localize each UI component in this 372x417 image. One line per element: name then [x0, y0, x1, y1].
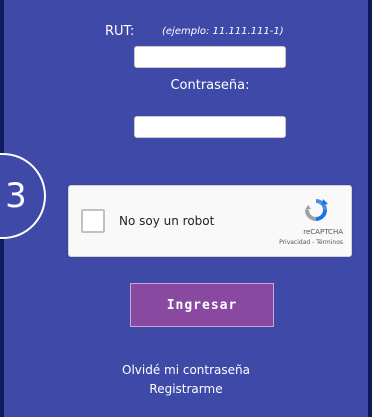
register-link[interactable]: Registrarme	[4, 382, 368, 396]
password-input[interactable]	[134, 116, 286, 138]
rut-input[interactable]	[134, 46, 286, 68]
recaptcha-links: Privacidad - Términos	[279, 239, 343, 246]
recaptcha-checkbox[interactable]	[81, 209, 105, 233]
recaptcha-brand: reCAPTCHA	[303, 228, 343, 236]
forgot-password-link[interactable]: Olvidé mi contraseña	[4, 363, 368, 377]
recaptcha-widget: No soy un robot reCAPTCHA Privacidad - T…	[68, 185, 352, 257]
login-panel: RUT: (ejemplo: 11.111.111-1) Contraseña:…	[0, 0, 372, 417]
submit-button[interactable]: Ingresar	[130, 283, 274, 327]
rut-example-hint: (ejemplo: 11.111.111-1)	[162, 26, 284, 37]
recaptcha-logo-icon	[305, 199, 328, 221]
password-label: Contraseña:	[170, 78, 250, 93]
recaptcha-privacy-link[interactable]: Privacidad	[279, 239, 310, 246]
recaptcha-label: No soy un robot	[119, 214, 215, 228]
rut-label: RUT:	[105, 24, 135, 39]
recaptcha-terms-link[interactable]: Términos	[316, 239, 343, 246]
